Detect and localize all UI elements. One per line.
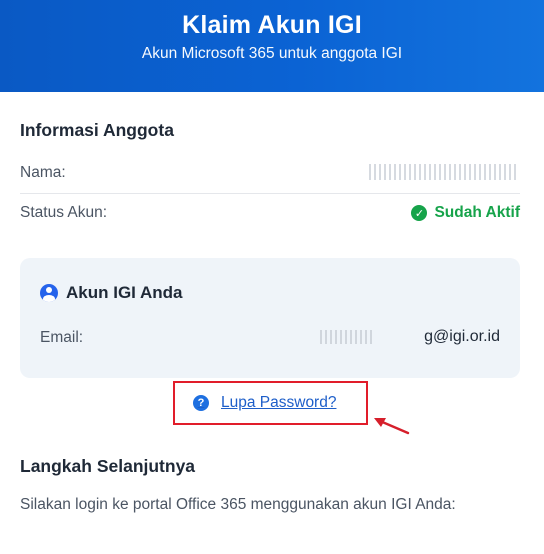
member-info-title: Informasi Anggota [20, 120, 174, 140]
account-card: Akun IGI Anda Email: g@igi.or.id [20, 258, 520, 378]
account-card-title: Akun IGI Anda [40, 283, 183, 303]
check-circle-icon: ✓ [411, 205, 428, 221]
forgot-password-label: Lupa Password? [221, 394, 337, 411]
question-circle-icon: ? [193, 395, 209, 411]
forgot-password-highlight: ? Lupa Password? [173, 381, 368, 425]
next-steps-title: Langkah Selanjutnya [20, 456, 196, 476]
status-label: Status Akun: [20, 204, 108, 221]
status-badge: ✓ Sudah Aktif [411, 204, 520, 222]
user-circle-icon [40, 284, 58, 302]
name-value-redacted [369, 164, 519, 180]
page-title: Klaim Akun IGI [182, 11, 362, 39]
divider [20, 193, 520, 194]
account-title-label: Akun IGI Anda [66, 283, 183, 302]
page-subtitle: Akun Microsoft 365 untuk anggota IGI [141, 45, 403, 62]
forgot-password-link[interactable]: ? Lupa Password? [193, 394, 336, 412]
email-redaction [320, 330, 372, 344]
annotation-arrow-icon [374, 418, 410, 435]
email-value: g@igi.or.id [424, 328, 500, 345]
status-value: Sudah Aktif [434, 204, 520, 221]
next-steps-text: Silakan login ke portal Office 365 mengg… [20, 496, 456, 513]
page-header: Klaim Akun IGI Akun Microsoft 365 untuk … [0, 0, 544, 92]
name-label: Nama: [20, 164, 66, 181]
email-label: Email: [40, 329, 84, 346]
